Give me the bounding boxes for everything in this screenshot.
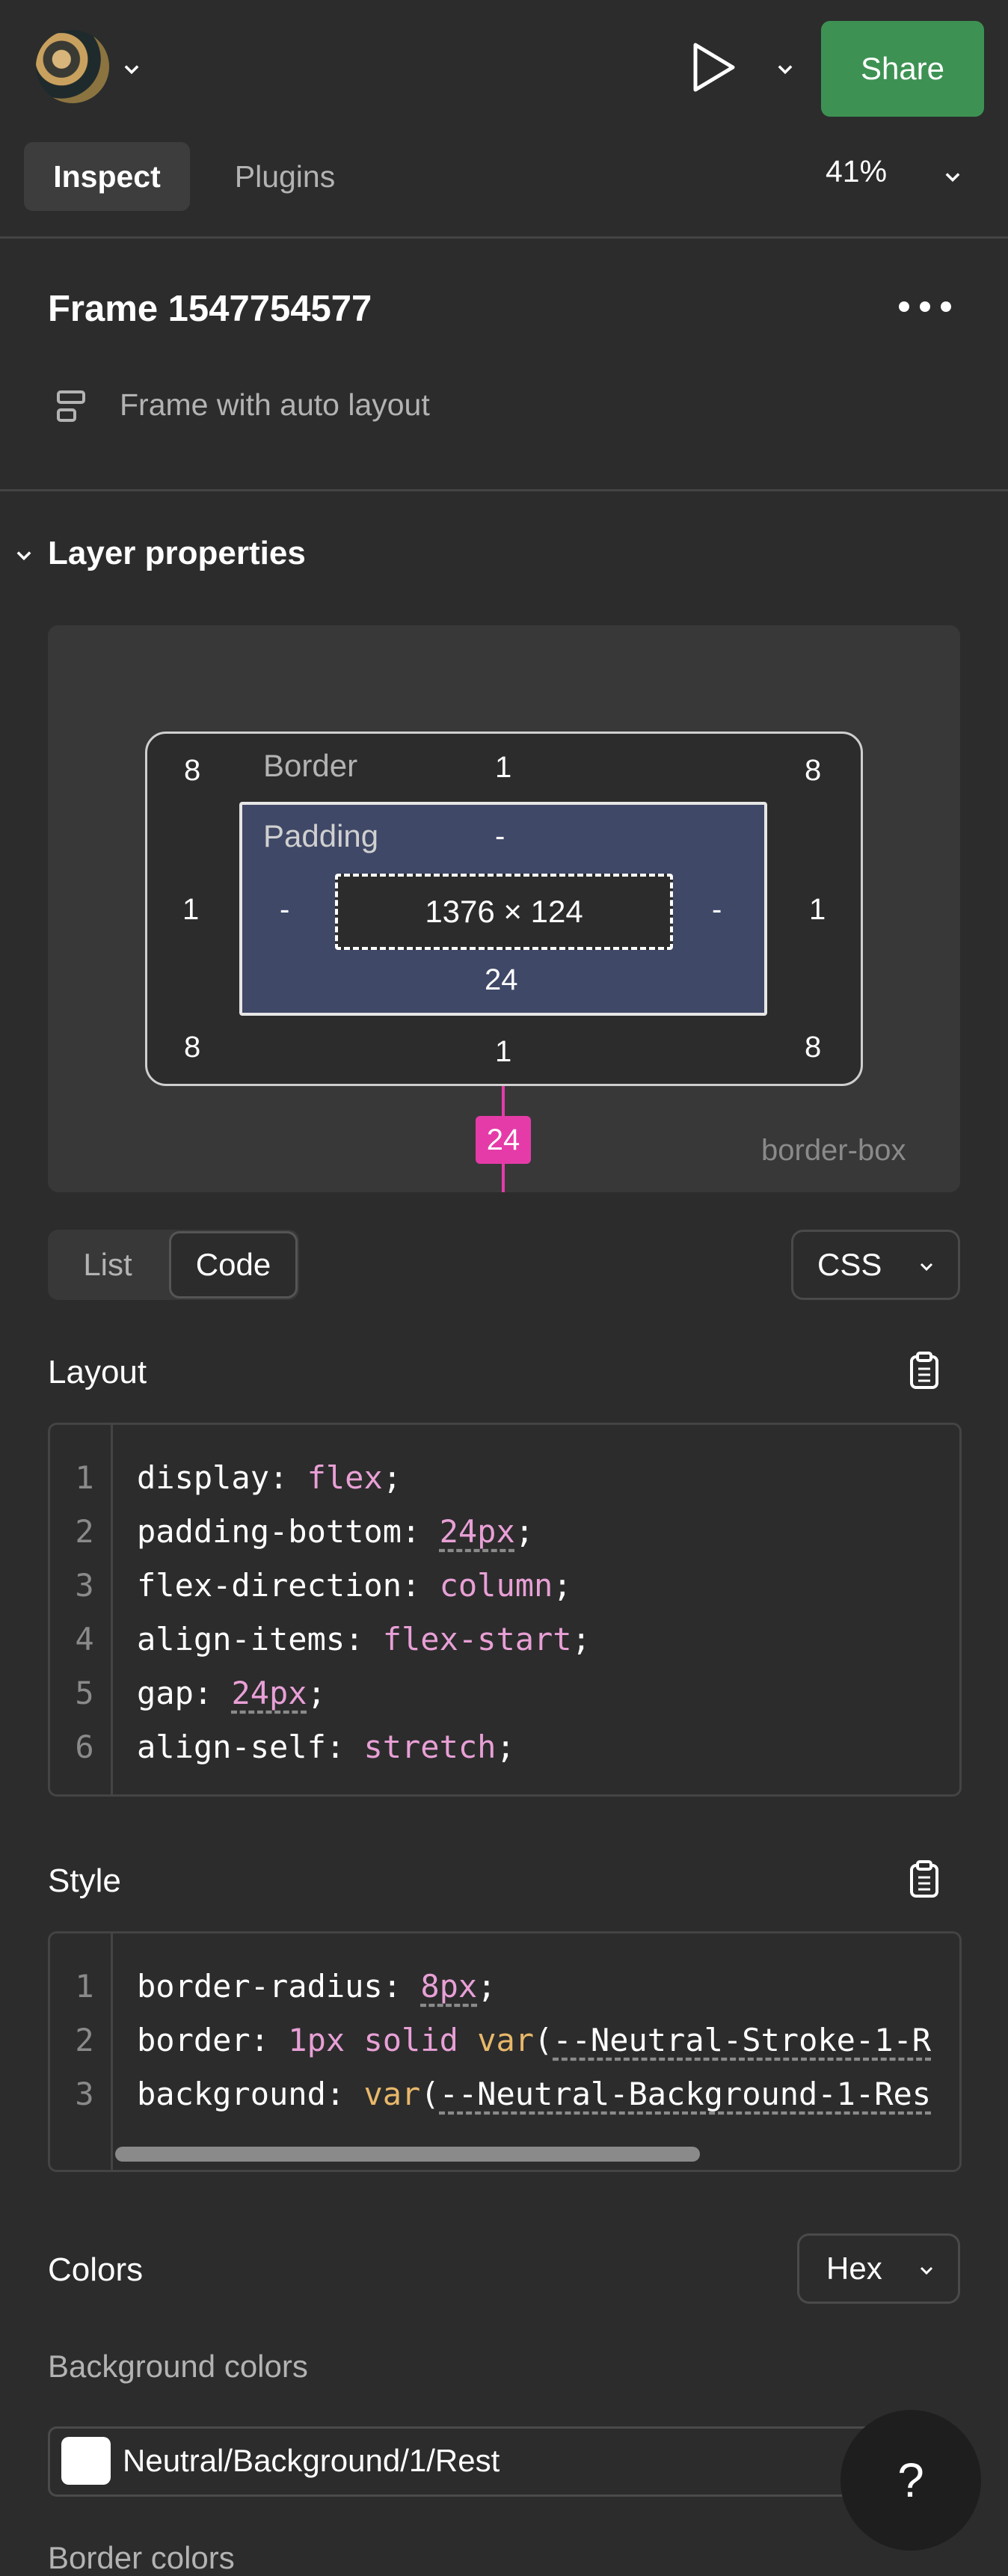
radius-bottom-right: 8	[805, 1031, 822, 1064]
gap-badge: 24	[476, 1116, 531, 1164]
style-code-block[interactable]: 1 border-radius: 8px; 2 border: 1px solid …	[48, 1931, 962, 2172]
layout-title: Layout	[48, 1354, 147, 1390]
color-format-value: Hex	[826, 2251, 882, 2286]
share-button[interactable]: Share	[821, 21, 984, 117]
code-line: 6 align-self: stretch;	[75, 1728, 515, 1765]
background-colors-label: Background colors	[48, 2349, 308, 2384]
code-view-button[interactable]: Code	[169, 1231, 298, 1298]
radius-bottom-left: 8	[184, 1031, 201, 1064]
padding-label: Padding	[263, 818, 379, 853]
radius-top-right: 8	[805, 754, 822, 787]
list-view-button[interactable]: List	[48, 1230, 168, 1300]
colors-title: Colors	[48, 2251, 144, 2288]
chevron-down-icon[interactable]	[121, 58, 142, 79]
padding-right-value: -	[712, 893, 722, 926]
color-swatch	[61, 2437, 111, 2485]
user-avatar[interactable]	[36, 30, 109, 103]
horizontal-scrollbar[interactable]	[115, 2147, 700, 2162]
border-top-value: 1	[495, 751, 512, 784]
zoom-level[interactable]: 41%	[826, 154, 887, 189]
language-dropdown[interactable]: CSS	[791, 1230, 960, 1300]
border-right-value: 1	[809, 893, 826, 926]
code-line: 3 background: var(--Neutral-Background-1-…	[75, 2075, 932, 2112]
border-label: Border	[263, 748, 358, 783]
color-format-dropdown[interactable]: Hex	[797, 2233, 960, 2304]
tab-inspect[interactable]: Inspect	[24, 142, 190, 211]
color-token-name: Neutral/Background/1/Rest	[123, 2443, 500, 2478]
code-line: 4 align-items: flex-start;	[75, 1620, 591, 1657]
present-options-chevron-icon[interactable]	[775, 58, 796, 79]
frame-type-label: Frame with auto layout	[120, 387, 430, 422]
copy-clipboard-icon[interactable]	[909, 1351, 939, 1390]
style-title: Style	[48, 1862, 121, 1899]
layer-properties-title[interactable]: Layer properties	[48, 535, 306, 572]
code-line: 3 flex-direction: column;	[75, 1566, 572, 1604]
border-colors-label: Border colors	[48, 2540, 235, 2575]
help-button[interactable]: ?	[840, 2410, 981, 2551]
divider	[0, 236, 1008, 239]
border-bottom-value: 1	[495, 1035, 512, 1068]
code-line: 1 border-radius: 8px;	[75, 1967, 497, 2005]
play-icon[interactable]	[689, 40, 739, 94]
divider	[0, 489, 1008, 491]
more-options-icon[interactable]	[899, 301, 951, 319]
chevron-down-icon	[920, 2266, 933, 2275]
content-size: 1376 × 124	[335, 874, 673, 950]
padding-bottom-value: 24	[485, 963, 518, 996]
code-line: 1 display: flex;	[75, 1459, 402, 1496]
copy-clipboard-icon[interactable]	[909, 1859, 939, 1898]
radius-top-left: 8	[184, 754, 201, 787]
chevron-down-icon	[920, 1263, 933, 1272]
code-line: 2 border: 1px solid var(--Neutral-Stroke-…	[75, 2021, 932, 2058]
auto-layout-icon	[57, 390, 85, 422]
zoom-chevron-icon[interactable]	[942, 166, 963, 187]
collapse-chevron-icon[interactable]	[13, 545, 34, 565]
tab-plugins[interactable]: Plugins	[208, 142, 362, 211]
code-line: 5 gap: 24px;	[75, 1674, 326, 1711]
padding-top-value: -	[495, 820, 505, 853]
language-value: CSS	[817, 1247, 882, 1282]
code-line: 2 padding-bottom: 24px;	[75, 1512, 535, 1550]
layout-code-block[interactable]: 1 display: flex; 2 padding-bottom: 24px; 3…	[48, 1423, 962, 1797]
padding-left-value: -	[280, 893, 290, 926]
border-left-value: 1	[182, 893, 200, 926]
frame-title: Frame 1547754577	[48, 289, 372, 329]
box-sizing-label: border-box	[761, 1134, 906, 1167]
